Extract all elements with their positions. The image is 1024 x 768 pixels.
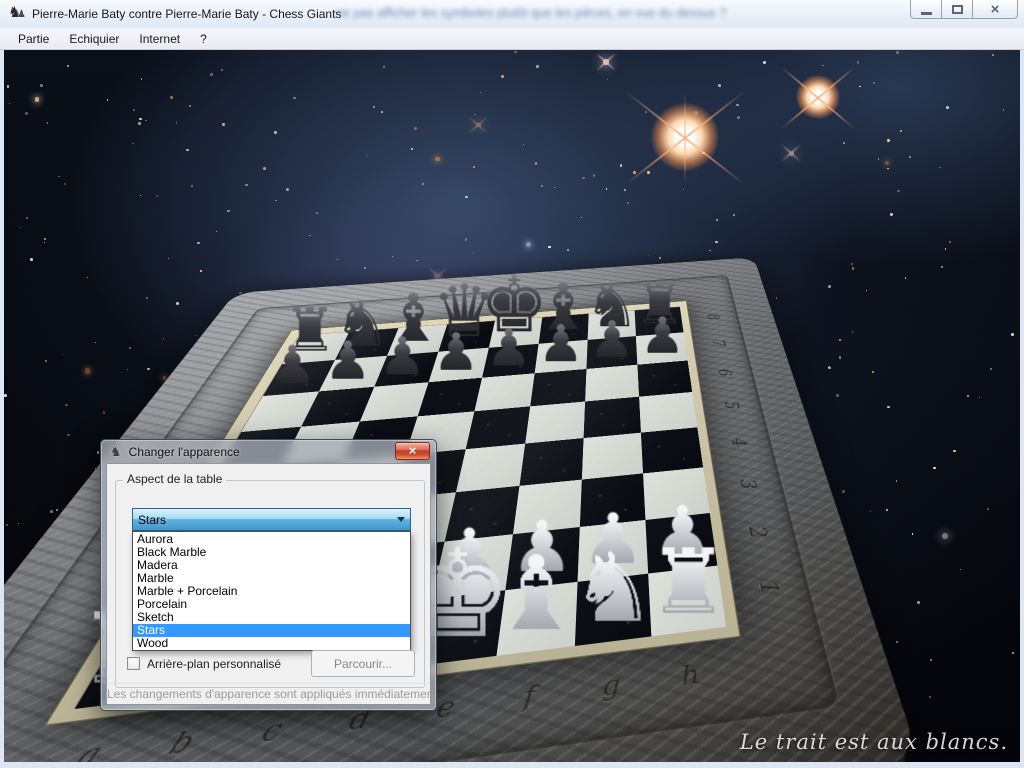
piece-black-pawn[interactable]: ♟: [238, 339, 347, 392]
ghost-tooltip-text: ne pas afficher les symboles plutôt que …: [336, 6, 916, 20]
window-title: Pierre-Marie Baty contre Pierre-Marie Ba…: [32, 7, 341, 21]
square-e4[interactable]: [456, 444, 525, 493]
groupbox-label: Aspect de la table: [123, 472, 226, 486]
square-g6[interactable]: [585, 365, 639, 402]
square-f4[interactable]: [519, 438, 583, 486]
close-icon: ×: [991, 2, 1000, 17]
dialog-titlebar[interactable]: ♞ Changer l'apparence ×: [101, 440, 436, 462]
option-sketch[interactable]: Sketch: [133, 611, 410, 624]
file-label-g: g: [594, 668, 628, 704]
close-button[interactable]: ×: [972, 0, 1018, 19]
knight-icon: ♞: [110, 445, 122, 460]
file-label-h: h: [673, 658, 708, 693]
custom-background-row: Arrière-plan personnalisé Parcourir...: [127, 650, 416, 678]
dialog-client-area: Aspect de la table Stars AuroraBlack Mar…: [106, 463, 431, 705]
custom-background-checkbox[interactable]: [127, 657, 140, 670]
minimize-icon: [921, 12, 932, 15]
square-h4[interactable]: [641, 427, 703, 473]
square-e6[interactable]: [474, 373, 534, 411]
option-stars[interactable]: Stars: [133, 624, 410, 637]
file-label-c: c: [247, 711, 297, 751]
browse-button[interactable]: Parcourir...: [311, 650, 415, 677]
menu-item-partie[interactable]: Partie: [8, 30, 59, 48]
maximize-button[interactable]: [941, 0, 973, 19]
rank-label-3: 3: [734, 474, 763, 495]
app-icon: ♞ ♟: [8, 5, 26, 23]
table-aspect-combobox[interactable]: Stars: [132, 508, 411, 531]
option-wood[interactable]: Wood: [133, 637, 410, 650]
menubar: PartieEchiquierInternet?: [0, 28, 1024, 50]
titlebar: ♞ ♟ Pierre-Marie Baty contre Pierre-Mari…: [0, 0, 1024, 28]
square-a7[interactable]: ♟: [263, 360, 335, 396]
option-madera[interactable]: Madera: [133, 559, 410, 572]
pawn-icon: ♟: [17, 9, 26, 20]
rank-label-6: 6: [713, 365, 737, 380]
square-a6[interactable]: [241, 391, 319, 432]
square-g4[interactable]: [582, 433, 643, 480]
menu-item-echiquier[interactable]: Echiquier: [59, 30, 129, 48]
rank-label-4: 4: [726, 433, 753, 452]
dialog-close-button[interactable]: ×: [395, 442, 430, 460]
square-f6[interactable]: [530, 369, 586, 406]
square-h5[interactable]: [639, 392, 697, 433]
custom-background-label: Arrière-plan personnalisé: [147, 657, 281, 671]
square-h6[interactable]: [637, 360, 692, 396]
dialog-status-text: Les changements d'apparence sont appliqu…: [107, 683, 430, 704]
rank-label-5: 5: [719, 397, 744, 413]
window-controls: ×: [911, 0, 1018, 19]
maximize-icon: [952, 5, 963, 14]
minimize-button[interactable]: [910, 0, 942, 19]
combobox-value: Stars: [138, 513, 166, 527]
menu-item-internet[interactable]: Internet: [129, 30, 190, 48]
table-aspect-droplist: AuroraBlack MarbleMaderaMarbleMarble + P…: [132, 531, 411, 651]
option-porcelain[interactable]: Porcelain: [133, 598, 410, 611]
chess-giants-window: ♞ ♟ Pierre-Marie Baty contre Pierre-Mari…: [0, 0, 1024, 768]
file-label-f: f: [511, 678, 548, 715]
turn-status-message: Le trait est aux blancs.: [740, 730, 1008, 754]
square-g5[interactable]: [584, 397, 641, 438]
file-label-b: b: [155, 723, 209, 762]
file-label-a: a: [60, 734, 119, 762]
chevron-down-icon[interactable]: [392, 510, 409, 529]
menu-item-[interactable]: ?: [190, 30, 217, 48]
square-f5[interactable]: [525, 401, 585, 443]
square-d6[interactable]: [418, 378, 482, 417]
change-appearance-dialog: ♞ Changer l'apparence × Aspect de la tab…: [100, 439, 437, 711]
dialog-title: Changer l'apparence: [129, 445, 240, 459]
square-e5[interactable]: [466, 406, 530, 449]
